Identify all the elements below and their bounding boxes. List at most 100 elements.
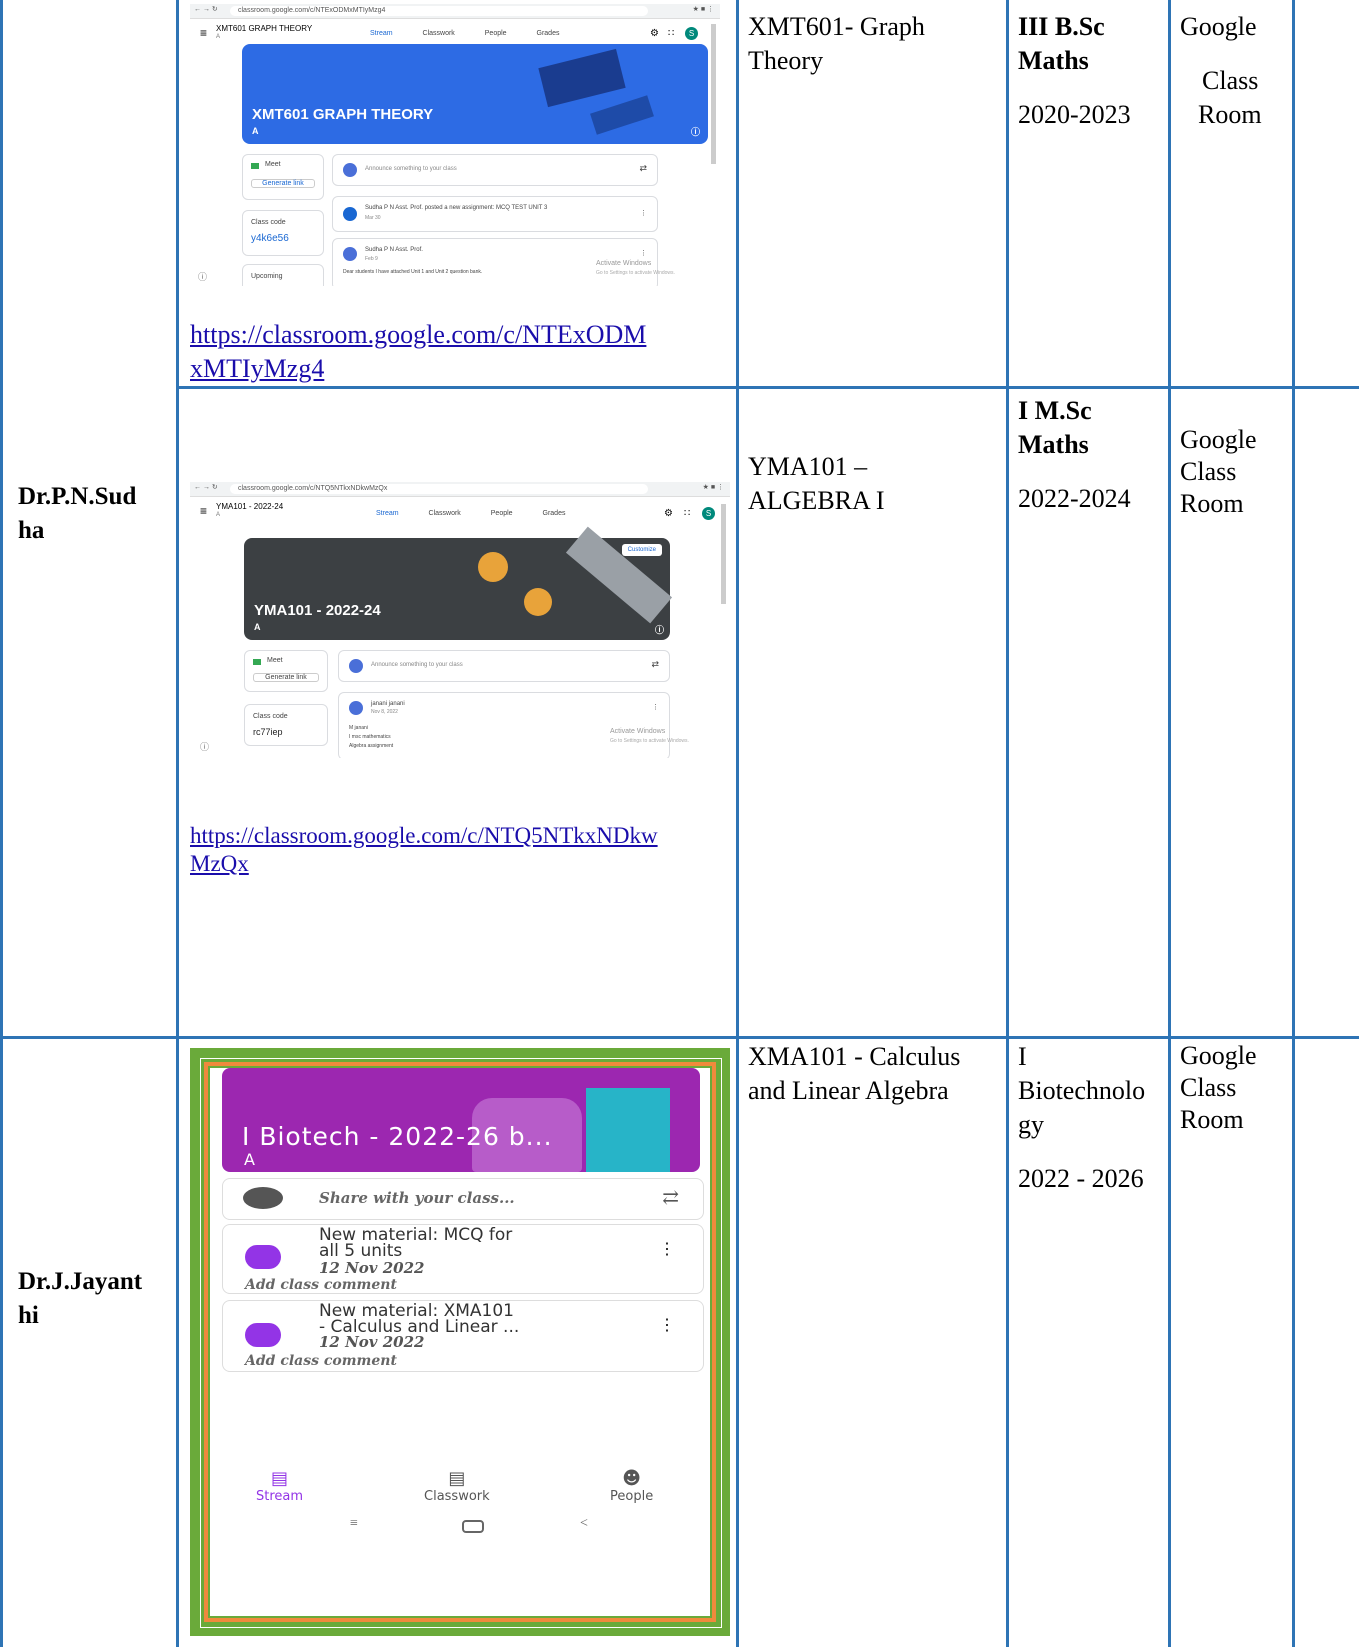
post-date: Mar 30 (365, 215, 381, 221)
tab-people: People (490, 510, 513, 517)
stream-post: New material: XMA101 - Calculus and Line… (222, 1300, 704, 1372)
avatar (349, 701, 363, 715)
browser-toolbar: ← → ↻ classroom.google.com/c/NTQ5NTkxNDk… (190, 482, 730, 497)
post-author: janani janani (371, 701, 405, 707)
class-banner: XMT601 GRAPH THEORY A ⓘ (242, 44, 708, 144)
help-icon: ⓘ (200, 742, 210, 752)
announce-box: Announce something to your class ⇄ (332, 154, 658, 186)
avatar (343, 163, 357, 177)
scrollbar (721, 504, 726, 604)
address-bar: classroom.google.com/c/NTExODMxMTIyMzg4 (230, 6, 648, 16)
assignment-icon (343, 207, 357, 221)
tab-stream: Stream (370, 30, 393, 37)
table-border-left (0, 0, 3, 1647)
tab-people: People (484, 30, 507, 37)
post-date: Nov 8, 2022 (371, 709, 398, 715)
menu-icon: ≡ (200, 26, 208, 40)
banner-title: XMT601 GRAPH THEORY (252, 106, 434, 123)
avatar: S (702, 507, 715, 520)
share-placeholder: Share with your class... (319, 1189, 515, 1207)
faculty-name: Dr.P.N.Sud ha (18, 483, 137, 544)
class-code-label: Class code (253, 713, 288, 720)
nav-people: ☻ People (610, 1468, 654, 1504)
more-icon: ⋮ (640, 210, 647, 217)
more-icon: ⋮ (659, 1317, 675, 1334)
post-text: I msc mathematics (349, 734, 391, 740)
post-title: New material: MCQ for all 5 units (319, 1225, 513, 1261)
generate-link-button: Generate link (251, 179, 315, 188)
meet-label: Meet (267, 657, 283, 664)
generate-link-button: Generate link (253, 673, 319, 682)
stream-icon: ▤ (271, 1468, 289, 1489)
class-code: y4k6e56 (251, 233, 289, 244)
table-border (736, 0, 739, 1647)
nav-classwork: ▤ Classwork (424, 1468, 490, 1504)
people-icon: ☻ (622, 1468, 641, 1489)
meet-card: Meet Generate link (242, 154, 324, 200)
browser-menu-icon: ★ ■ ⋮ (692, 6, 714, 13)
avatar (343, 247, 357, 261)
class-banner: I Biotech - 2022-26 b... A (222, 1068, 700, 1172)
classroom-tabs: Stream Classwork People Grades (376, 510, 593, 517)
activate-windows-hint: Go to Settings to activate Windows. (596, 270, 675, 276)
graduation-cap-icon (538, 48, 626, 108)
post-title: New material: XMA101 - Calculus and Line… (319, 1301, 520, 1337)
classroom-tabs: Stream Classwork People Grades (370, 30, 587, 37)
more-icon: ⋮ (640, 250, 647, 257)
tab-grades: Grades (536, 30, 560, 37)
row-divider (0, 1036, 1359, 1039)
back-icon: < (580, 1516, 588, 1531)
classwork-icon: ▤ (448, 1468, 466, 1489)
stream-post: New material: MCQ for all 5 units 12 Nov… (222, 1224, 704, 1294)
help-icon: ⓘ (198, 272, 208, 282)
repost-icon: ⇄ (639, 163, 647, 173)
class-name: YMA101 - 2022-24 (216, 502, 284, 511)
classroom-link[interactable]: https://classroom.google.com/c/NTExODM x… (190, 318, 646, 386)
meet-icon (251, 163, 259, 169)
home-icon (462, 1520, 484, 1533)
faculty-name: Dr.J.Jayant hi (18, 1268, 143, 1329)
menu-icon: ≡ (200, 504, 208, 518)
tab-stream: Stream (376, 510, 399, 517)
graduation-cap-icon (590, 95, 654, 135)
address-bar: classroom.google.com/c/NTQ5NTkxNDkwMzQx (230, 484, 648, 494)
class-cell: III B.Sc Maths 2020-2023 (1018, 12, 1131, 129)
post-text: Algebra assignment (349, 743, 394, 749)
post-text: Dear students I have attached Unit 1 and… (343, 269, 483, 275)
tab-classwork: Classwork (422, 30, 455, 37)
trophy-icon (478, 552, 508, 582)
gear-icon: ⚙ (664, 508, 673, 519)
class-code-label: Class code (251, 219, 286, 226)
apps-icon: ∷ (684, 508, 691, 519)
tab-classwork: Classwork (428, 510, 461, 517)
banner-title: YMA101 - 2022-24 (254, 602, 381, 619)
banner-section: A (254, 622, 261, 632)
platform-cell: Google Class Room (1180, 1041, 1257, 1134)
gear-icon: ⚙ (650, 28, 659, 39)
phone-screen: I Biotech - 2022-26 b... A Share with yo… (210, 1068, 710, 1616)
class-banner: Customize YMA101 - 2022-24 A ⓘ (244, 526, 673, 640)
scrollbar (711, 24, 716, 164)
upcoming-card: Upcoming (242, 264, 324, 286)
info-icon: ⓘ (654, 625, 664, 635)
phone-screenshot-frame: I Biotech - 2022-26 b... A Share with yo… (190, 1048, 730, 1636)
class-section: A (216, 34, 221, 40)
post-author: Sudha P N Asst. Prof. (365, 247, 423, 253)
classroom-screenshot: ← → ↻ classroom.google.com/c/NTExODMxMTI… (190, 4, 720, 286)
classroom-link[interactable]: https://classroom.google.com/c/NTQ5NTkxN… (190, 822, 658, 878)
announce-placeholder: Announce something to your class (371, 662, 463, 668)
more-icon: ⋮ (652, 704, 659, 711)
class-cell: I Biotechnolo gy 2022 - 2026 (1018, 1042, 1146, 1193)
share-box: Share with your class... ⇄ (222, 1178, 704, 1220)
back-icon: ← → ↻ (194, 6, 218, 13)
document-table: Dr.P.N.Sud ha Dr.J.Jayant hi ← → ↻ class… (0, 0, 1359, 1647)
course-title: XMA101 - Calculus and Linear Algebra (748, 1042, 961, 1105)
course-title: XMT601- Graph Theory (748, 12, 925, 75)
meet-icon (253, 659, 261, 665)
table-border (1006, 0, 1009, 1647)
banner-section: A (244, 1150, 255, 1169)
back-icon: ← → ↻ (194, 484, 218, 491)
customize-button: Customize (621, 544, 662, 556)
announce-box: Announce something to your class ⇄ (338, 650, 670, 682)
class-code-card: Class code rc77iep (244, 704, 328, 746)
